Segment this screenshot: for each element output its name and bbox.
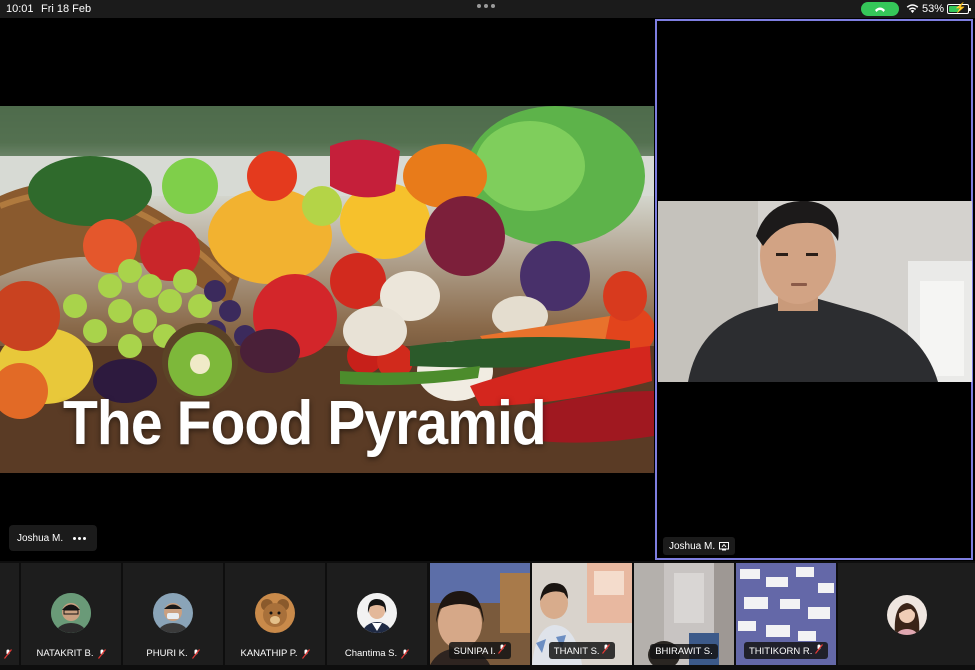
slide-image: The Food Pyramid [0, 106, 654, 473]
participant-tile[interactable]: Chantima S. [327, 563, 427, 665]
wifi-icon [906, 4, 919, 13]
active-call-indicator[interactable] [861, 2, 899, 16]
shared-screen[interactable]: The Food Pyramid Joshua M. [0, 18, 654, 561]
participant-name: BHIRAWIT S. [655, 646, 713, 657]
participant-tile-partial[interactable] [0, 563, 19, 665]
participant-tile[interactable]: PHURI K. [123, 563, 223, 665]
participant-tile[interactable]: KANATHIP P. [225, 563, 325, 665]
multitasking-dots-icon[interactable] [477, 4, 495, 8]
participant-name: Chantima S. [344, 648, 398, 659]
participant-tile[interactable]: NATAKRIT B. [21, 563, 121, 665]
muted-mic-icon [97, 648, 106, 659]
participant-tile[interactable] [838, 563, 975, 665]
participant-tile[interactable]: THANIT S. [532, 563, 632, 665]
status-date: Fri 18 Feb [41, 3, 92, 15]
muted-mic-icon [498, 644, 507, 654]
slide-title: The Food Pyramid [63, 389, 547, 458]
muted-mic-icon [301, 648, 310, 659]
battery-percentage: 53% [922, 3, 945, 15]
speaker-video [658, 201, 972, 382]
status-time: 10:01 [6, 3, 34, 15]
participant-tile[interactable]: THITIKORN R. [736, 563, 836, 665]
active-speaker-tile[interactable]: Joshua M. [655, 19, 973, 560]
participant-name: KANATHIP P. [240, 648, 298, 659]
muted-mic-icon [401, 648, 410, 659]
speaker-name: Joshua M. [669, 540, 716, 552]
participant-avatar [886, 595, 927, 635]
more-options-icon[interactable] [73, 536, 87, 540]
speaker-name-tag: Joshua M. [663, 537, 736, 555]
battery-icon: ⚡ [947, 3, 971, 14]
participant-tile[interactable]: BHIRAWIT S. [634, 563, 734, 665]
status-bar: 10:01 Fri 18 Feb 53% ⚡ [0, 0, 975, 18]
phone-icon [875, 7, 885, 12]
speaker-video-frame [658, 201, 972, 382]
participant-avatar [357, 593, 397, 633]
muted-mic-icon [602, 644, 611, 654]
participant-tile[interactable]: SUNIPA I. [430, 563, 530, 665]
participant-name: NATAKRIT B. [36, 648, 94, 659]
participant-avatar [51, 593, 91, 633]
participant-avatar [255, 593, 295, 633]
participant-avatar [153, 593, 193, 633]
presenter-name-tag[interactable]: Joshua M. [9, 525, 97, 551]
participant-name: SUNIPA I. [453, 646, 496, 657]
muted-mic-icon [191, 648, 200, 659]
presenter-name: Joshua M. [17, 532, 64, 544]
muted-mic-icon [4, 649, 12, 659]
muted-mic-icon [815, 644, 823, 654]
screen-share-icon [719, 541, 730, 550]
participant-gallery[interactable]: NATAKRIT B. PHURI K. KANATHIP P. Chantim… [0, 561, 975, 670]
participant-name: THANIT S. [553, 646, 600, 657]
participant-name: THITIKORN R. [749, 646, 813, 657]
participant-name: PHURI K. [146, 648, 188, 659]
